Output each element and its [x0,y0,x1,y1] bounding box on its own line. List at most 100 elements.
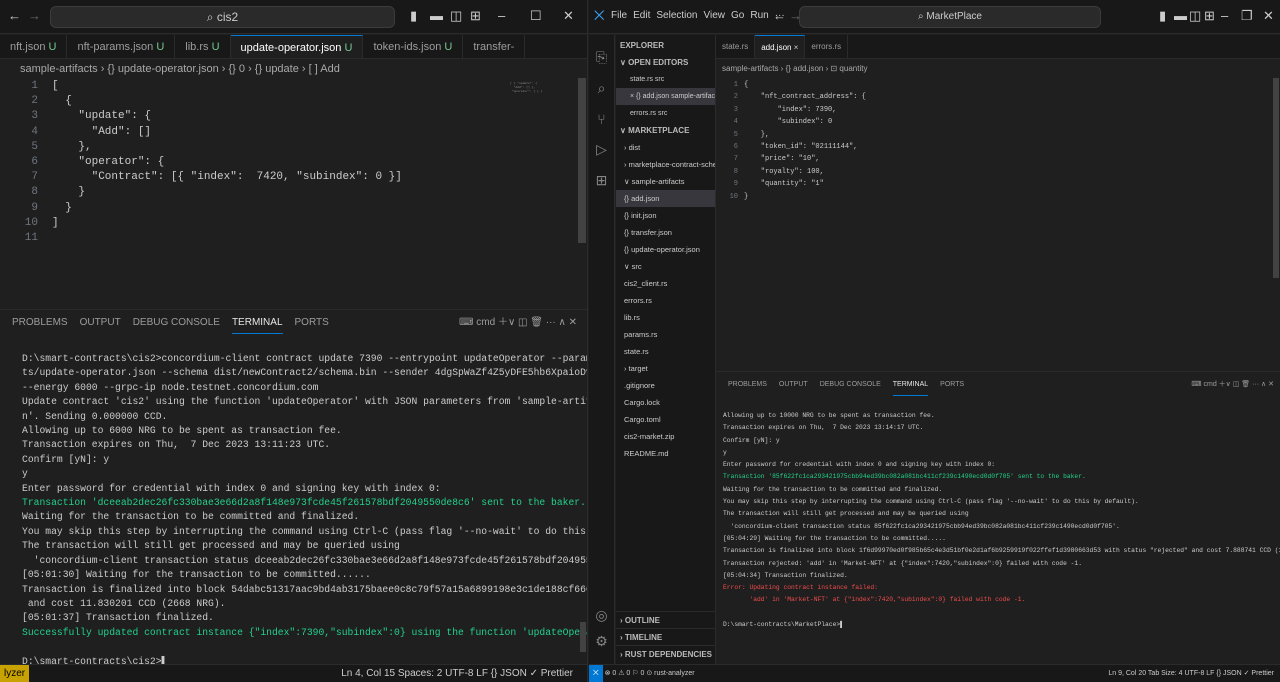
code-line: "operator": { [52,156,165,169]
menu-item-edit[interactable]: Edit [633,10,650,21]
explorer-tree-item[interactable]: › dist [616,139,715,156]
minimize-icon[interactable]: – [498,8,505,24]
toggle-sidebar-icon[interactable]: ▮ [1159,8,1166,24]
status-right-items[interactable]: Ln 4, Col 15 Spaces: 2 UTF-8 LF {} JSON … [341,665,573,682]
explorer-tree-item[interactable]: cis2_client.rs [616,275,715,292]
editor-tab[interactable]: lib.rs U [175,35,231,58]
editor-tab[interactable]: nft.json U [0,35,68,58]
terminal-scrollbar[interactable] [580,622,586,652]
editor-tab[interactable]: errors.rs [805,35,849,58]
extensions-icon[interactable]: ⊞ [589,172,614,189]
maximize-icon[interactable]: ☐ [530,8,542,24]
panel-tab-terminal[interactable]: TERMINAL [231,313,283,334]
panel-actions[interactable]: ⌨ cmd ＋∨ ◫ 🗑 ··· ∧ ✕ [1191,372,1274,398]
panel-tab-output[interactable]: OUTPUT [779,372,808,398]
explorer-icon[interactable]: ⎘ [589,49,614,66]
open-editor-item[interactable]: errors.rs src [616,105,715,122]
toggle-panel-icon[interactable]: ▬ [430,8,443,24]
close-icon[interactable]: ✕ [1263,8,1274,24]
explorer-tree-item[interactable]: state.rs [616,343,715,360]
panel-tab-ports[interactable]: PORTS [295,310,329,336]
command-center-search[interactable]: ⌕ MarketPlace [799,6,1101,28]
explorer-tree-item[interactable]: ∨ sample-artifacts [616,173,715,190]
explorer-tree-item[interactable]: errors.rs [616,292,715,309]
source-control-icon[interactable]: ⑂ [589,111,614,127]
panel-tab-debug-console[interactable]: DEBUG CONSOLE [820,372,881,398]
project-header[interactable]: ∨ MARKETPLACE [616,122,715,139]
toggle-secondary-sidebar-icon[interactable]: ◫ [450,8,462,24]
status-right-items[interactable]: Ln 9, Col 20 Tab Size: 4 UTF-8 LF {} JSO… [1108,665,1274,682]
explorer-tree-item[interactable]: lib.rs [616,309,715,326]
title-bar: ⨉ File Edit Selection View Go Run ··· ← → ⌕ Ma… [589,0,1280,34]
panel-actions[interactable]: ⌨ cmd ＋∨ ◫ 🗑 ··· ∧ ✕ [459,310,577,336]
sidebar-section-header[interactable]: › RUST DEPENDENCIES [616,645,715,662]
tab-label: state.rs [722,42,749,51]
explorer-tree-item[interactable]: › target [616,360,715,377]
explorer-tree-item[interactable]: cis2-market.zip [616,428,715,445]
back-arrow-icon[interactable]: ← [8,8,21,24]
close-icon[interactable]: ✕ [563,8,574,24]
editor-scrollbar[interactable] [1273,78,1279,278]
panel-tab-output[interactable]: OUTPUT [80,310,121,336]
editor-tab[interactable]: nft-params.json U [67,35,176,58]
tab-badge: U [341,42,353,54]
settings-gear-icon[interactable]: ⚙ [589,633,614,650]
explorer-tree-item[interactable]: › marketplace-contract-schema [616,156,715,173]
panel-tab-problems[interactable]: PROBLEMS [12,310,68,336]
remote-indicator[interactable]: ⨉ [589,665,603,682]
editor-tab[interactable]: add.json × [755,35,806,58]
left-vscode-window: ← → ⌕ cis2 ▮ ▬ ◫ ⊞ – ☐ ✕ nft.json Unft-p… [0,0,588,682]
toggle-sidebar-icon[interactable]: ▮ [410,8,417,24]
minimap[interactable]: [ { "update": { "Add": [] }, "operator":… [510,82,542,94]
customize-layout-icon[interactable]: ⊞ [470,8,481,24]
panel-tab-problems[interactable]: PROBLEMS [728,372,767,398]
menu-item-view[interactable]: View [704,10,726,21]
sidebar-section-header[interactable]: › OUTLINE [616,611,715,628]
minimize-icon[interactable]: – [1221,8,1228,24]
panel-tab-ports[interactable]: PORTS [940,372,964,398]
editor-tab[interactable]: update-operator.json U [230,35,364,58]
terminal-output[interactable]: Allowing up to 10000 NRG to be spent as … [723,410,1280,631]
code-editor[interactable]: [ { "update": { "Add": [] }, "operator":… [52,79,402,231]
back-arrow-icon[interactable]: ← [773,8,786,24]
explorer-tree-item[interactable]: Cargo.lock [616,394,715,411]
explorer-tree-item[interactable]: .gitignore [616,377,715,394]
open-editor-item[interactable]: state.rs src [616,71,715,88]
terminal-output[interactable]: D:\smart-contracts\cis2>concordium-clien… [22,352,587,669]
forward-arrow-icon[interactable]: → [28,8,41,24]
status-left-items[interactable]: ⊗ 0 ⚠ 0 ⚐ 0 ⊙ rust-analyzer [605,670,695,677]
menu-item-selection[interactable]: Selection [656,10,697,21]
sidebar-section-header[interactable]: › TIMELINE [616,628,715,645]
editor-tab[interactable]: transfer- [463,35,526,58]
open-editor-item[interactable]: × {} add.json sample-artifacts [616,88,715,105]
explorer-tree-item[interactable]: params.rs [616,326,715,343]
toggle-secondary-sidebar-icon[interactable]: ◫ [1189,8,1201,24]
run-debug-icon[interactable]: ▷ [589,141,614,158]
explorer-tree-item[interactable]: README.md [616,445,715,462]
code-editor[interactable]: { "nft_contract_address": { "index": 739… [744,79,866,203]
open-editors-header[interactable]: ∨ OPEN EDITORS [616,54,715,71]
panel-tab-terminal[interactable]: TERMINAL [892,375,929,396]
command-center-search[interactable]: ⌕ cis2 [50,6,395,28]
explorer-tree-item[interactable]: {} update-operator.json [616,241,715,258]
customize-layout-icon[interactable]: ⊞ [1204,8,1215,24]
explorer-tree-item[interactable]: ∨ src [616,258,715,275]
toggle-panel-icon[interactable]: ▬ [1174,8,1187,24]
menu-item-file[interactable]: File [611,10,627,21]
editor-tab[interactable]: state.rs [716,35,756,58]
vscode-logo-icon: ⨉ [594,8,605,23]
search-icon[interactable]: ⌕ [589,80,614,97]
editor-tab[interactable]: token-ids.json U [363,35,464,58]
menu-item-run[interactable]: Run [750,10,768,21]
menu-item-go[interactable]: Go [731,10,744,21]
explorer-tree-item[interactable]: Cargo.toml [616,411,715,428]
explorer-tree-item[interactable]: {} init.json [616,207,715,224]
explorer-tree-item[interactable]: {} add.json [616,190,715,207]
editor-scrollbar[interactable] [578,78,586,243]
maximize-icon[interactable]: ❐ [1241,8,1253,24]
panel-tab-debug-console[interactable]: DEBUG CONSOLE [133,310,220,336]
tab-badge[interactable]: × [791,43,799,52]
status-rust-analyzer[interactable]: lyzer [0,665,30,682]
explorer-tree-item[interactable]: {} transfer.json [616,224,715,241]
account-icon[interactable]: ◎ [589,607,614,624]
